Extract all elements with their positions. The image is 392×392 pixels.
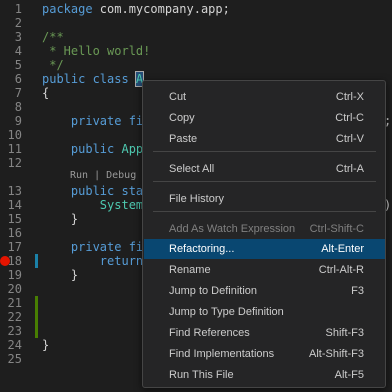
line-number: 6: [14, 72, 22, 86]
line-number: 23: [7, 324, 22, 338]
line-number: 17: [7, 240, 22, 254]
menu-item-label: Find References: [169, 327, 250, 339]
menu-item-cut[interactable]: Cut Ctrl-X: [144, 87, 385, 107]
menu-item-shortcut: Shift-F3: [325, 327, 364, 339]
line-number: 22: [7, 310, 22, 324]
code-line[interactable]: 2: [0, 16, 392, 30]
line-number: 2: [14, 16, 22, 30]
code-text[interactable]: {: [42, 86, 49, 100]
menu-item-shortcut: Ctrl-C: [335, 112, 364, 124]
menu-item-find-references[interactable]: Find References Shift-F3: [144, 323, 385, 343]
menu-item-paste[interactable]: Paste Ctrl-V: [144, 129, 385, 149]
code-text[interactable]: System: [42, 198, 143, 212]
line-number: 10: [7, 128, 22, 142]
codelens-run-debug[interactable]: Run | Debug: [70, 170, 136, 182]
line-number: 7: [14, 86, 22, 100]
menu-item-select-all[interactable]: Select All Ctrl-A: [144, 159, 385, 179]
menu-item-add-as-watch-expression: Add As Watch Expression Ctrl-Shift-C: [144, 219, 385, 239]
menu-item-rename[interactable]: Rename Ctrl-Alt-R: [144, 260, 385, 280]
line-number: 21: [7, 296, 22, 310]
line-number: 20: [7, 282, 22, 296]
menu-item-label: Refactoring...: [169, 243, 235, 255]
menu-item-label: Jump to Definition: [169, 285, 258, 297]
menu-item-shortcut: Ctrl-Shift-C: [309, 223, 364, 235]
menu-item-shortcut: Ctrl-A: [335, 163, 364, 175]
code-text[interactable]: /**: [42, 30, 64, 44]
breakpoint-icon[interactable]: [0, 256, 10, 266]
menu-item-label: Cut: [169, 91, 187, 103]
line-number: 19: [7, 268, 22, 282]
line-number: 9: [14, 114, 22, 128]
menu-item-shortcut: Ctrl-V: [335, 133, 364, 145]
diff-added-marker: [35, 296, 38, 338]
line-number: 11: [7, 142, 22, 156]
menu-item-shortcut: Ctrl-Alt-R: [318, 264, 364, 276]
code-line[interactable]: 4 * Hello world!: [0, 44, 392, 58]
menu-item-label: File History: [169, 193, 225, 205]
menu-item-label: Run This File: [169, 369, 234, 381]
menu-item-label: Find Implementations: [169, 348, 275, 360]
menu-item-shortcut: F3: [351, 285, 364, 297]
code-text[interactable]: private fi: [42, 240, 143, 254]
line-number: 1: [14, 2, 22, 16]
code-line[interactable]: 3 /**: [0, 30, 392, 44]
menu-item-label: Select All: [169, 163, 215, 175]
code-text[interactable]: private fi: [42, 114, 143, 128]
code-text[interactable]: public class A: [42, 71, 145, 87]
code-text[interactable]: package com.mycompany.app;: [42, 2, 230, 16]
menu-item-label: Jump to Type Definition: [169, 306, 284, 318]
line-number: 24: [7, 338, 22, 352]
menu-item-shortcut: Ctrl-X: [335, 91, 364, 103]
code-line[interactable]: 5 */: [0, 58, 392, 72]
line-number: 4: [14, 44, 22, 58]
menu-item-find-implementations[interactable]: Find Implementations Alt-Shift-F3: [144, 344, 385, 364]
diff-modified-marker: [35, 254, 38, 268]
menu-separator: [153, 151, 376, 152]
code-text[interactable]: */: [42, 58, 63, 72]
line-number: 8: [14, 100, 22, 114]
menu-separator: [153, 181, 376, 182]
line-number: 3: [14, 30, 22, 44]
menu-item-label: Add As Watch Expression: [169, 223, 296, 235]
code-text[interactable]: return: [42, 254, 143, 268]
context-menu: Cut Ctrl-X Copy Ctrl-C Paste Ctrl-V Select All…: [142, 80, 386, 388]
code-text[interactable]: }: [42, 268, 78, 282]
line-number: 5: [14, 58, 22, 72]
menu-item-shortcut: Alt-F5: [334, 369, 364, 381]
line-number: 16: [7, 226, 22, 240]
menu-item-label: Copy: [169, 112, 195, 124]
line-number: 14: [7, 198, 22, 212]
line-number: 12: [7, 156, 22, 170]
menu-item-label: Paste: [169, 133, 198, 145]
code-text[interactable]: public App: [42, 142, 143, 156]
menu-item-file-history[interactable]: File History: [144, 189, 385, 209]
menu-item-shortcut: Alt-Shift-F3: [308, 348, 364, 360]
menu-item-jump-to-type-definition[interactable]: Jump to Type Definition: [144, 302, 385, 322]
code-text[interactable]: }: [42, 212, 78, 226]
menu-item-jump-to-definition[interactable]: Jump to Definition F3: [144, 281, 385, 301]
menu-item-copy[interactable]: Copy Ctrl-C: [144, 108, 385, 128]
menu-item-shortcut: Alt-Enter: [321, 243, 364, 255]
code-text[interactable]: }: [42, 338, 49, 352]
menu-item-refactoring[interactable]: Refactoring... Alt-Enter: [144, 239, 385, 259]
code-text[interactable]: public sta: [42, 184, 143, 198]
code-line[interactable]: 1 package com.mycompany.app;: [0, 2, 392, 16]
line-number: 15: [7, 212, 22, 226]
line-number: 13: [7, 184, 22, 198]
menu-separator: [153, 211, 376, 212]
code-text[interactable]: * Hello world!: [42, 44, 150, 58]
menu-item-label: Rename: [169, 264, 211, 276]
menu-item-run-this-file[interactable]: Run This File Alt-F5: [144, 365, 385, 385]
line-number: 25: [7, 352, 22, 366]
